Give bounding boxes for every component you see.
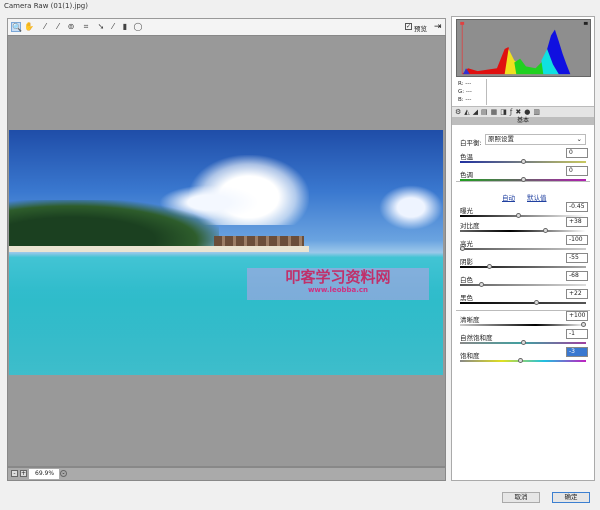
r-value: ---: [465, 81, 472, 87]
cancel-button[interactable]: 取消: [502, 492, 540, 503]
r-label: R:: [458, 81, 464, 87]
crop-icon[interactable]: ⌗: [81, 22, 91, 32]
slider-label: 曝光: [460, 207, 473, 215]
slider-value-input[interactable]: -100: [566, 235, 588, 245]
adjust-panel: R: --- G: --- B: --- ⚙◭◢▤▦◨ƒ✖●▥ 基本 白平衡: …: [451, 16, 595, 481]
slider-label: 清晰度: [460, 316, 480, 324]
section-header: 基本: [452, 117, 594, 125]
rgb-readout: R: --- G: --- B: ---: [458, 80, 472, 104]
histogram-red: [462, 47, 513, 75]
wb-label: 白平衡:: [460, 139, 482, 147]
slider-thumb[interactable]: [520, 177, 526, 182]
cloud: [379, 185, 443, 230]
slider-thumb[interactable]: [520, 340, 526, 345]
watermark: 叩客学习资料网 www.leobba.cn: [247, 268, 429, 300]
straighten-icon[interactable]: ➘: [96, 22, 106, 32]
slider-label: 对比度: [460, 222, 480, 230]
photo-preview: 叩客学习资料网 www.leobba.cn: [9, 130, 443, 375]
wb-value: 原照设置: [488, 135, 514, 143]
island-trees: [9, 200, 219, 250]
rotate-icon[interactable]: ◯: [133, 22, 143, 32]
slider-thumb[interactable]: [543, 228, 549, 233]
slider-track[interactable]: [460, 266, 586, 268]
toolbar: 🔍 ✋ ⁄ ⁄ ⊚ ⌗ ➘ ⁄ ▮ ◯ ✓ 预览 ⇥: [7, 18, 446, 35]
slider-value-input[interactable]: +38: [566, 217, 588, 227]
shadow-clip-icon: [460, 21, 465, 25]
slider-label: 色温: [460, 153, 473, 161]
b-value: ---: [465, 97, 472, 103]
auto-link[interactable]: 自动: [502, 192, 515, 202]
chevron-down-icon: ⌄: [576, 135, 582, 143]
slider-track[interactable]: [460, 230, 586, 232]
slider-thumb[interactable]: [515, 213, 521, 218]
trash-icon[interactable]: ▮: [120, 22, 130, 32]
slider-track[interactable]: [460, 324, 586, 326]
preview-label: 预览: [414, 25, 427, 33]
slider-track[interactable]: [460, 302, 586, 304]
slider-track[interactable]: [460, 248, 586, 250]
g-label: G:: [458, 89, 465, 95]
slider-label: 自然饱和度: [460, 334, 493, 342]
slider-thumb[interactable]: [520, 159, 526, 164]
fullscreen-icon[interactable]: ⇥: [434, 22, 442, 32]
zoom-in-button[interactable]: +: [20, 470, 27, 477]
default-link[interactable]: 默认值: [527, 192, 547, 202]
g-value: ---: [465, 89, 472, 95]
zoom-out-button[interactable]: -: [11, 470, 18, 477]
zoom-level[interactable]: 69.9%: [29, 469, 59, 479]
slider-value-input[interactable]: +22: [566, 289, 588, 299]
slider-label: 白色: [460, 276, 473, 284]
slider-value-input[interactable]: -3: [566, 347, 588, 357]
slider-value-input[interactable]: +100: [566, 311, 588, 321]
histogram: [456, 19, 591, 77]
watermark-title: 叩客学习资料网: [285, 268, 391, 286]
white-balance-icon[interactable]: ⁄: [40, 22, 50, 32]
slider-label: 色调: [460, 171, 473, 179]
slider-thumb[interactable]: [581, 322, 586, 327]
slider-thumb[interactable]: [460, 246, 465, 251]
beach: [9, 246, 309, 252]
water-shallows: [9, 290, 443, 375]
targeted-adjust-icon[interactable]: ⊚: [66, 22, 76, 32]
zoom-dropdown-icon[interactable]: ⌄: [60, 470, 67, 477]
highlight-clip-icon: [583, 21, 588, 25]
slider-thumb[interactable]: [533, 300, 539, 305]
window-title: Camera Raw (01(1).jpg): [4, 2, 88, 10]
slider-value-input[interactable]: -1: [566, 329, 588, 339]
b-label: B:: [458, 97, 464, 103]
slider-thumb[interactable]: [479, 282, 485, 287]
slider-value-input[interactable]: 0: [566, 166, 588, 176]
preview-checkbox[interactable]: ✓: [405, 23, 412, 30]
hand-icon[interactable]: ✋: [24, 22, 34, 32]
ok-button[interactable]: 确定: [552, 492, 590, 503]
watermark-url: www.leobba.cn: [307, 286, 369, 294]
slider-value-input[interactable]: -68: [566, 271, 588, 281]
water-bungalows: [214, 236, 304, 246]
wb-select[interactable]: 原照设置 ⌄: [485, 134, 586, 145]
slider-value-input[interactable]: -0.45: [566, 202, 588, 212]
panel-tabs[interactable]: ⚙◭◢▤▦◨ƒ✖●▥: [452, 106, 594, 117]
slider-value-input[interactable]: 0: [566, 148, 588, 158]
slider-label: 黑色: [460, 294, 473, 302]
slider-thumb[interactable]: [518, 358, 524, 363]
slider-value-input[interactable]: -55: [566, 253, 588, 263]
zoom-icon[interactable]: 🔍: [11, 22, 22, 32]
slider-label: 饱和度: [460, 352, 480, 360]
status-bar: - + 69.9% ⌄: [7, 467, 446, 481]
slider-label: 阴影: [460, 258, 473, 266]
slider-thumb[interactable]: [486, 264, 492, 269]
color-sampler-icon[interactable]: ⁄: [53, 22, 63, 32]
brush-icon[interactable]: ⁄: [108, 22, 118, 32]
